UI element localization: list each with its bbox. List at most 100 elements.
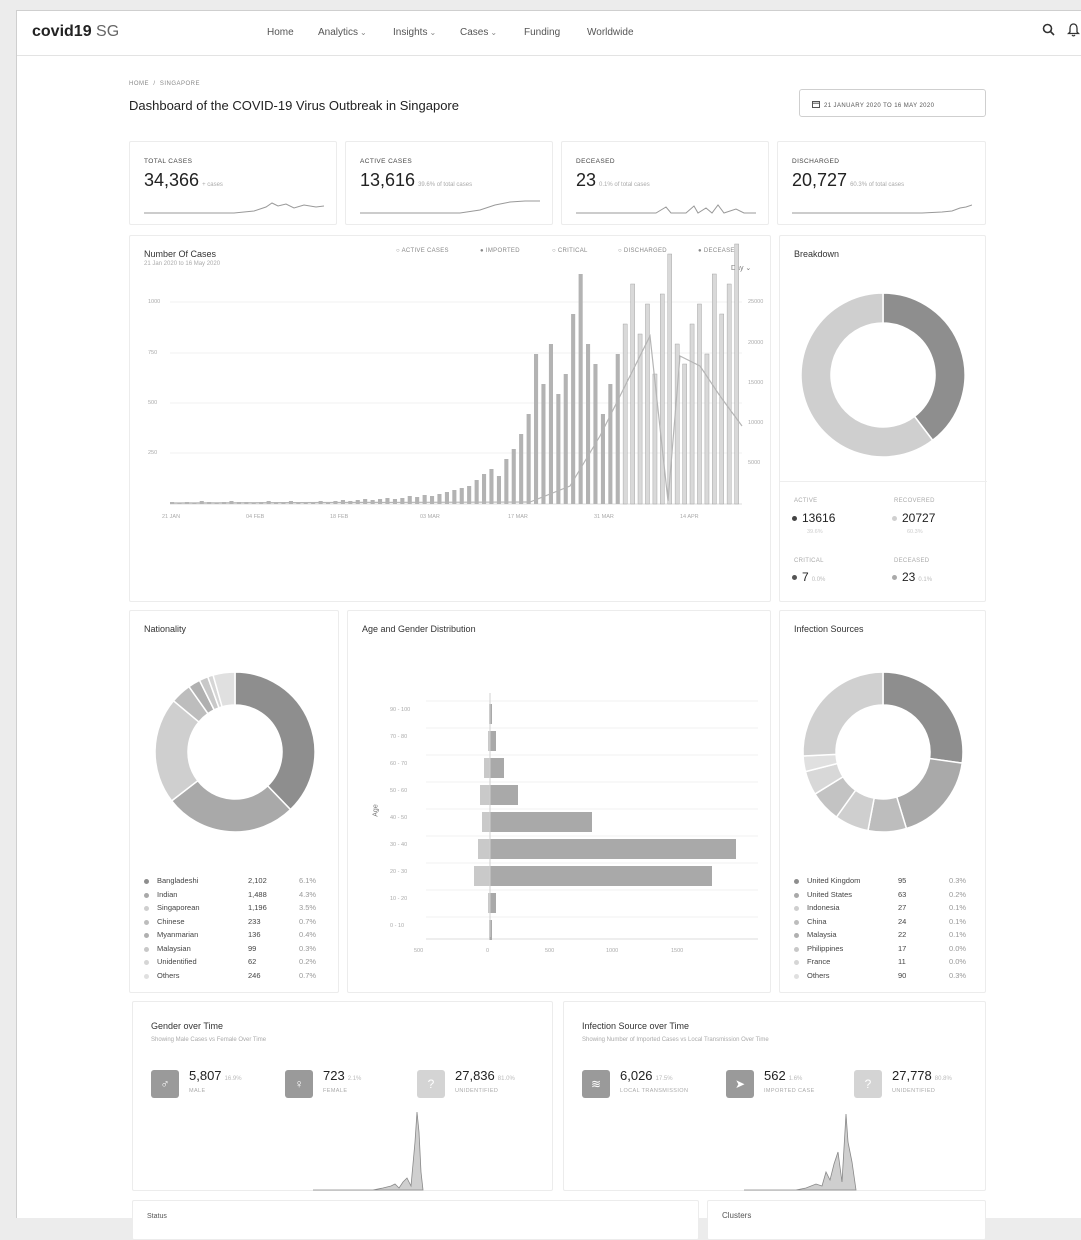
stat-number: 27,836 xyxy=(455,1068,495,1083)
case-bar[interactable] xyxy=(682,363,687,505)
breakdown-recovered-sub: 60.3% xyxy=(907,529,923,535)
case-bar[interactable] xyxy=(608,384,613,504)
case-bar[interactable] xyxy=(511,449,516,504)
nav-insights[interactable]: Insights ⌄ xyxy=(393,27,436,38)
breadcrumb-home[interactable]: HOME xyxy=(129,81,149,87)
age-bar-female[interactable] xyxy=(474,866,490,886)
legend-name: Malaysian xyxy=(157,943,191,953)
age-bar-male[interactable] xyxy=(490,785,518,805)
date-range-button[interactable]: 21 JANUARY 2020 TO 16 MAY 2020 xyxy=(799,89,986,117)
age-bar-female[interactable] xyxy=(482,812,490,832)
kpi-sparkline xyxy=(360,200,540,214)
case-bar[interactable] xyxy=(726,283,732,505)
legend-count: 233 xyxy=(248,916,261,926)
legend-row[interactable]: Indian 1,488 4.3% xyxy=(144,890,324,903)
search-icon[interactable] xyxy=(1042,23,1055,39)
legend-pct: 0.0% xyxy=(949,943,967,953)
legend-row[interactable]: Indonesia 27 0.1% xyxy=(794,903,974,916)
case-bar[interactable] xyxy=(496,476,501,504)
age-bar-male[interactable] xyxy=(490,731,496,751)
case-bar[interactable] xyxy=(697,303,702,505)
case-bar[interactable] xyxy=(519,434,524,504)
legend-count: 22 xyxy=(898,930,907,939)
legend-row[interactable]: Philippines 17 0.0% xyxy=(794,944,974,957)
legend-name: Bangladeshi xyxy=(157,876,199,885)
legend-dot xyxy=(144,879,149,884)
infection-source-slice[interactable] xyxy=(882,671,964,764)
infection-source-slice[interactable] xyxy=(802,671,884,757)
case-bar[interactable] xyxy=(541,384,546,504)
nav-home[interactable]: Home xyxy=(267,27,294,38)
legend-row[interactable]: Myanmarian 136 0.4% xyxy=(144,930,324,943)
case-bar[interactable] xyxy=(392,499,397,504)
age-bar-male[interactable] xyxy=(490,893,496,913)
nav-cases[interactable]: Cases ⌄ xyxy=(460,27,497,38)
case-bar[interactable] xyxy=(482,474,487,504)
case-bar[interactable] xyxy=(385,498,390,504)
case-bar[interactable] xyxy=(400,498,405,504)
case-bar[interactable] xyxy=(526,414,531,504)
legend-row[interactable]: Malaysian 99 0.3% xyxy=(144,944,324,957)
case-bar[interactable] xyxy=(571,314,576,504)
legend-dot xyxy=(144,919,149,925)
legend-row[interactable]: Malaysia 22 0.1% xyxy=(794,930,974,943)
case-bar[interactable] xyxy=(622,323,628,505)
infection-source-slice[interactable] xyxy=(895,757,964,830)
case-bar[interactable] xyxy=(645,303,650,505)
breakdown-recovered-value: 20727 xyxy=(892,511,935,525)
breakdown-slice[interactable] xyxy=(882,292,966,442)
legend-row[interactable]: France 11 0.0% xyxy=(794,957,974,970)
nav-funding-label: Funding xyxy=(524,27,561,38)
case-bar[interactable] xyxy=(467,486,472,504)
case-bar[interactable] xyxy=(556,394,561,504)
case-bar[interactable] xyxy=(630,283,635,505)
nationality-slice[interactable] xyxy=(234,671,316,811)
case-bar[interactable] xyxy=(734,243,739,505)
age-bar-female[interactable] xyxy=(484,758,490,778)
age-bar-male[interactable] xyxy=(490,839,736,859)
age-bar-male[interactable] xyxy=(490,758,504,778)
legend-row[interactable]: Bangladeshi 2,102 6.1% xyxy=(144,876,324,889)
legend-row[interactable]: United Kingdom 95 0.3% xyxy=(794,876,974,889)
status-card-title: Status xyxy=(147,1213,167,1220)
case-bar[interactable] xyxy=(586,344,591,504)
legend-row[interactable]: Chinese 233 0.7% xyxy=(144,917,324,930)
legend-row[interactable]: Singaporean 1,196 3.5% xyxy=(144,903,324,916)
legend-dot xyxy=(794,973,799,979)
bell-icon[interactable] xyxy=(1066,23,1081,40)
case-bar[interactable] xyxy=(593,364,598,504)
case-bar[interactable] xyxy=(474,480,479,504)
legend-dot xyxy=(144,973,149,979)
nav-analytics[interactable]: Analytics ⌄ xyxy=(318,27,367,38)
legend-row[interactable]: China 24 0.1% xyxy=(794,917,974,930)
case-bar[interactable] xyxy=(415,497,420,504)
legend-row[interactable]: Unidentified 62 0.2% xyxy=(144,957,324,970)
case-bar[interactable] xyxy=(719,313,725,505)
legend-count: 24 xyxy=(898,916,907,926)
case-bar[interactable] xyxy=(689,323,695,505)
age-bar-female[interactable] xyxy=(478,839,490,859)
case-bar[interactable] xyxy=(489,469,494,504)
case-bar[interactable] xyxy=(660,293,665,505)
age-bar-male[interactable] xyxy=(490,812,592,832)
legend-row[interactable]: United States 63 0.2% xyxy=(794,890,974,903)
clusters-card-title: Clusters xyxy=(722,1211,752,1220)
brand-logo[interactable]: covid19 SG xyxy=(32,23,119,41)
case-bar[interactable] xyxy=(504,459,509,504)
case-bar[interactable] xyxy=(534,354,539,504)
age-bar-female[interactable] xyxy=(480,785,490,805)
legend-row[interactable]: Others 246 0.7% xyxy=(144,971,324,984)
age-bar-male[interactable] xyxy=(490,866,712,886)
legend-pct: 0.1% xyxy=(949,916,967,926)
nav-funding[interactable]: Funding xyxy=(524,27,560,38)
case-bar[interactable] xyxy=(378,499,383,504)
case-bar[interactable] xyxy=(548,344,553,504)
legend-name: Indonesia xyxy=(807,903,840,912)
kpi-sub: 0.1% of total cases xyxy=(599,182,650,188)
case-bar[interactable] xyxy=(563,374,568,504)
nav-worldwide[interactable]: Worldwide xyxy=(587,27,634,38)
legend-row[interactable]: Others 90 0.3% xyxy=(794,971,974,984)
case-bar[interactable] xyxy=(615,354,620,504)
case-bar[interactable] xyxy=(363,499,368,504)
legend-dot xyxy=(144,892,149,898)
